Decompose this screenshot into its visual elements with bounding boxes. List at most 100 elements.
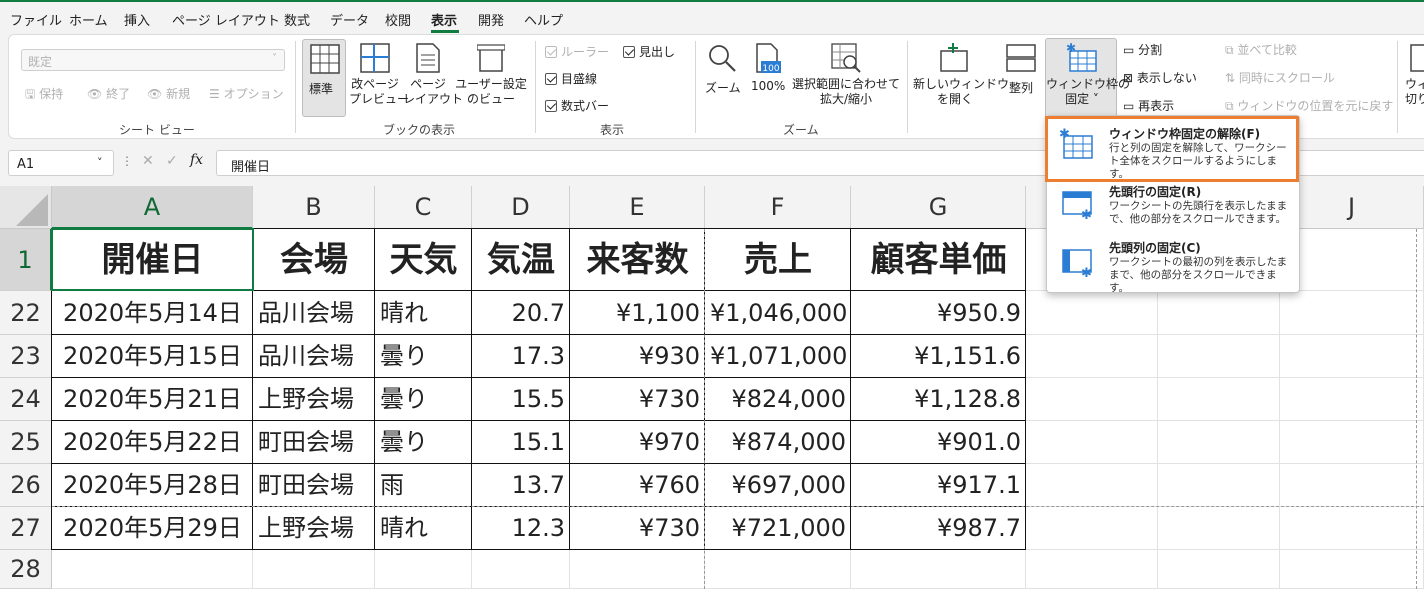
hide-button[interactable]: ⊠ 表示しない — [1123, 69, 1197, 86]
tab-data[interactable]: データ — [330, 10, 369, 29]
row-header[interactable]: 22 — [0, 291, 52, 335]
table-cell[interactable]: ¥970 — [570, 421, 705, 464]
zoom-button[interactable]: ズーム — [701, 39, 743, 117]
table-cell[interactable]: 15.1 — [472, 421, 570, 464]
table-cell[interactable]: 町田会場 — [253, 464, 375, 507]
tab-help[interactable]: ヘルプ — [524, 10, 563, 29]
table-cell[interactable]: 品川会場 — [253, 291, 375, 335]
table-cell[interactable]: ¥1,071,000 — [705, 335, 851, 378]
column-header[interactable]: D — [472, 186, 570, 229]
table-cell[interactable]: 2020年5月15日 — [52, 335, 253, 378]
page-layout-label: ページ レイアウト — [403, 77, 464, 106]
row-header[interactable]: 1 — [0, 229, 52, 291]
page-layout-button[interactable]: ページ レイアウト — [403, 39, 464, 117]
tab-developer[interactable]: 開発 — [478, 10, 504, 29]
zoom-100-button[interactable]: 100 100% — [747, 39, 789, 117]
freeze-panes-button[interactable]: ✱ ウィンドウ枠の 固定 ˅ — [1045, 38, 1130, 118]
table-cell[interactable]: 13.7 — [472, 464, 570, 507]
row-header[interactable]: 23 — [0, 335, 52, 378]
table-cell[interactable]: ¥824,000 — [705, 378, 851, 421]
row-header[interactable]: 27 — [0, 507, 52, 550]
row-header[interactable]: 28 — [0, 550, 52, 589]
table-cell[interactable]: 町田会場 — [253, 421, 375, 464]
table-header-cell[interactable]: 天気 — [375, 229, 472, 291]
tab-home[interactable]: ホーム — [69, 10, 108, 29]
switch-windows-button[interactable]: ウィ 切り — [1403, 39, 1424, 117]
table-cell[interactable]: ¥917.1 — [851, 464, 1026, 507]
table-cell[interactable]: ¥1,151.6 — [851, 335, 1026, 378]
table-cell[interactable]: 曇り — [375, 421, 472, 464]
table-cell[interactable]: 曇り — [375, 378, 472, 421]
formula-bar-checkbox[interactable]: 数式バー — [545, 97, 609, 114]
table-header-cell[interactable]: 会場 — [253, 229, 375, 291]
gridlines-checkbox[interactable]: 目盛線 — [545, 70, 597, 87]
table-cell[interactable]: 2020年5月21日 — [52, 378, 253, 421]
table-cell[interactable]: ¥1,046,000 — [705, 291, 851, 335]
tab-formulas[interactable]: 数式 — [284, 10, 310, 29]
table-cell[interactable]: 2020年5月22日 — [52, 421, 253, 464]
table-cell[interactable]: 2020年5月28日 — [52, 464, 253, 507]
tab-review[interactable]: 校閲 — [385, 10, 411, 29]
table-cell[interactable]: ¥730 — [570, 507, 705, 550]
name-box[interactable]: A1 ˅ — [8, 150, 114, 176]
table-cell[interactable]: 2020年5月14日 — [52, 291, 253, 335]
table-cell[interactable]: ¥697,000 — [705, 464, 851, 507]
page-break-preview-button[interactable]: 改ページ プレビュー — [349, 39, 409, 117]
select-all-corner[interactable] — [0, 186, 52, 229]
table-cell[interactable]: 17.3 — [472, 335, 570, 378]
table-cell[interactable]: ¥950.9 — [851, 291, 1026, 335]
table-cell[interactable]: ¥1,100 — [570, 291, 705, 335]
normal-view-button[interactable]: 標準 — [302, 39, 346, 117]
table-cell[interactable]: 曇り — [375, 335, 472, 378]
unhide-button[interactable]: ▭ 再表示 — [1123, 97, 1174, 114]
row-header[interactable]: 26 — [0, 464, 52, 507]
table-cell[interactable]: 上野会場 — [253, 378, 375, 421]
table-cell[interactable]: 20.7 — [472, 291, 570, 335]
column-header[interactable]: C — [375, 186, 472, 229]
tab-view[interactable]: 表示 — [431, 10, 457, 29]
table-cell[interactable]: 15.5 — [472, 378, 570, 421]
enter-icon[interactable]: ✓ — [166, 153, 178, 169]
row-header[interactable]: 24 — [0, 378, 52, 421]
zoom-to-selection-button[interactable]: 選択範囲に合わせて 拡大/縮小 — [791, 39, 901, 117]
column-header[interactable]: G — [851, 186, 1026, 229]
tab-file[interactable]: ファイル — [10, 10, 62, 29]
freeze-top-row-item[interactable]: ✱ 先頭行の固定(R) ワークシートの先頭行を表示したままで、他の部分をスクロー… — [1047, 178, 1299, 234]
column-header[interactable]: A — [52, 186, 253, 229]
table-cell[interactable]: ¥760 — [570, 464, 705, 507]
split-button[interactable]: ▭ 分割 — [1123, 41, 1162, 58]
table-cell[interactable]: 晴れ — [375, 507, 472, 550]
headings-checkbox[interactable]: 見出し — [623, 43, 675, 60]
table-cell[interactable]: 上野会場 — [253, 507, 375, 550]
table-cell[interactable]: ¥1,128.8 — [851, 378, 1026, 421]
insert-function-icon[interactable]: fx — [190, 152, 203, 168]
freeze-first-column-item[interactable]: ✱ 先頭列の固定(C) ワークシートの最初の列を表示したままで、他の部分をスクロ… — [1047, 236, 1299, 294]
table-cell[interactable]: ¥730 — [570, 378, 705, 421]
table-cell[interactable]: ¥901.0 — [851, 421, 1026, 464]
tab-page-layout[interactable]: ページ レイアウト — [172, 10, 280, 29]
table-header-cell[interactable]: 来客数 — [570, 229, 705, 291]
column-header[interactable]: F — [705, 186, 851, 229]
tab-insert[interactable]: 挿入 — [124, 10, 150, 29]
table-cell[interactable]: ¥721,000 — [705, 507, 851, 550]
table-cell[interactable]: ¥930 — [570, 335, 705, 378]
table-header-cell[interactable]: 気温 — [472, 229, 570, 291]
cancel-icon[interactable]: ✕ — [142, 153, 154, 169]
column-header[interactable]: E — [570, 186, 705, 229]
custom-views-button[interactable]: ユーザー設定 のビュー — [455, 39, 527, 117]
table-cell[interactable]: 2020年5月29日 — [52, 507, 253, 550]
table-cell[interactable]: ¥987.7 — [851, 507, 1026, 550]
chevron-down-icon[interactable]: ˅ — [97, 156, 103, 169]
new-window-button[interactable]: 新しいウィンドウ を開く — [913, 39, 1009, 117]
table-cell[interactable]: ¥874,000 — [705, 421, 851, 464]
arrange-all-button[interactable]: 整列 — [999, 39, 1043, 117]
table-header-cell[interactable]: 顧客単価 — [851, 229, 1026, 291]
table-cell[interactable]: 品川会場 — [253, 335, 375, 378]
table-header-cell[interactable]: 売上 — [705, 229, 851, 291]
table-cell[interactable]: 晴れ — [375, 291, 472, 335]
table-cell[interactable]: 雨 — [375, 464, 472, 507]
row-header[interactable]: 25 — [0, 421, 52, 464]
column-header[interactable]: B — [253, 186, 375, 229]
column-header[interactable]: J — [1280, 186, 1424, 229]
table-cell[interactable]: 12.3 — [472, 507, 570, 550]
